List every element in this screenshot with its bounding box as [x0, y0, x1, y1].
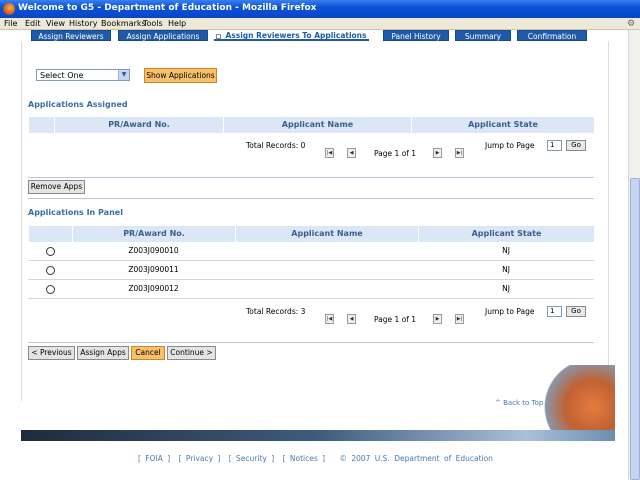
assigned-col-name: Applicant Name: [223, 117, 411, 133]
award-number: Z003J090011: [128, 265, 179, 274]
award-number: Z003J090010: [128, 246, 179, 255]
panel-table-header: PR/Award No. Applicant Name Applicant St…: [28, 226, 594, 242]
last-page-icon[interactable]: ▶|: [455, 148, 464, 158]
menu-file[interactable]: File: [4, 19, 17, 28]
window-title: Welcome to G5 - Department of Education …: [18, 3, 317, 13]
tab-panel-history[interactable]: Panel History: [383, 30, 449, 41]
continue-button[interactable]: Continue >: [167, 346, 216, 360]
first-page-icon[interactable]: |◀: [325, 148, 334, 158]
award-number: Z003J090012: [128, 284, 179, 293]
menu-tools[interactable]: Tools: [143, 19, 163, 28]
applicant-state: NJ: [502, 284, 510, 293]
tab-assign-reviewers-to-applications[interactable]: Assign Reviewers To Applications: [214, 30, 369, 41]
footer-links: [ FOIA ] [ Privacy ] [ Security ] [ Noti…: [138, 454, 497, 463]
page-viewport: Assign Reviewers Assign Applications Ass…: [0, 30, 628, 480]
back-to-top-link[interactable]: ^ Back to Top: [495, 399, 543, 407]
footer-banner: [21, 430, 615, 441]
divider: [28, 342, 594, 343]
menu-bar: File Edit View History Bookmarks Tools H…: [0, 18, 640, 30]
panel-col-award: PR/Award No.: [72, 226, 235, 242]
table-row[interactable]: Z003J090010 NJ: [28, 242, 594, 261]
assigned-total-records: Total Records: 0: [246, 141, 306, 150]
assign-apps-button[interactable]: Assign Apps: [77, 346, 129, 360]
gear-icon[interactable]: ⚙: [627, 19, 637, 29]
tab-confirmation[interactable]: Confirmation: [517, 30, 587, 41]
next-page-icon[interactable]: ▶: [433, 314, 442, 324]
tab-assign-applications[interactable]: Assign Applications: [118, 30, 208, 41]
tab-assign-reviewers[interactable]: Assign Reviewers: [31, 30, 111, 41]
panel-col-state: Applicant State: [418, 226, 594, 242]
wizard-tabs: Assign Reviewers Assign Applications Ass…: [21, 30, 609, 41]
applicant-state: NJ: [502, 265, 510, 274]
assigned-page-label: Page 1 of 1: [374, 149, 417, 158]
table-row[interactable]: Z003J090012 NJ: [28, 280, 594, 299]
row-radio[interactable]: [46, 247, 55, 256]
last-page-icon[interactable]: ▶|: [455, 314, 464, 324]
menu-bookmarks[interactable]: Bookmarks: [101, 19, 146, 28]
menu-help[interactable]: Help: [168, 19, 186, 28]
assigned-table-header: PR/Award No. Applicant Name Applicant St…: [28, 117, 594, 133]
prev-page-icon[interactable]: ◀: [347, 314, 356, 324]
panel-col-select: [28, 226, 72, 242]
row-radio[interactable]: [46, 266, 55, 275]
firefox-icon: [3, 3, 15, 15]
scrollbar-thumb[interactable]: [630, 178, 640, 480]
panel-page-label: Page 1 of 1: [374, 315, 417, 324]
applications-assigned-title: Applications Assigned: [28, 100, 128, 109]
divider: [28, 198, 594, 199]
menu-view[interactable]: View: [46, 19, 65, 28]
menu-edit[interactable]: Edit: [25, 19, 41, 28]
footer-link-security[interactable]: [ Security ]: [229, 454, 274, 463]
panel-select-value: Select One: [40, 71, 84, 80]
assigned-col-award: PR/Award No.: [54, 117, 223, 133]
tab-summary[interactable]: Summary: [455, 30, 511, 41]
assigned-col-select: [28, 117, 54, 133]
footer-link-foia[interactable]: [ FOIA ]: [138, 454, 170, 463]
panel-jump-label: Jump to Page: [485, 307, 535, 316]
applications-in-panel-title: Applications In Panel: [28, 208, 123, 217]
panel-total-records: Total Records: 3: [246, 307, 306, 316]
table-row[interactable]: Z003J090011 NJ: [28, 261, 594, 280]
assigned-page-input[interactable]: 1: [547, 140, 562, 151]
first-page-icon[interactable]: |◀: [325, 314, 334, 324]
assigned-pager: Total Records: 0 |◀ ◀ Page 1 of 1 ▶ ▶| J…: [28, 140, 594, 158]
menu-history[interactable]: History: [69, 19, 97, 28]
cancel-button[interactable]: Cancel: [131, 346, 165, 360]
assigned-jump-label: Jump to Page: [485, 141, 535, 150]
previous-button[interactable]: < Previous: [28, 346, 75, 360]
applicant-state: NJ: [502, 246, 510, 255]
panel-select[interactable]: Select One ▼: [36, 69, 130, 81]
prev-page-icon[interactable]: ◀: [347, 148, 356, 158]
show-applications-button[interactable]: Show Applications: [144, 68, 217, 83]
panel-pager: Total Records: 3 |◀ ◀ Page 1 of 1 ▶ ▶| J…: [28, 306, 594, 324]
vertical-scrollbar[interactable]: [628, 30, 640, 480]
window-title-bar: Welcome to G5 - Department of Education …: [0, 0, 640, 18]
chevron-down-icon[interactable]: ▼: [118, 70, 129, 80]
footer-copyright: © 2007 U.S. Department of Education: [339, 454, 493, 463]
panel-page-input[interactable]: 1: [547, 306, 562, 317]
footer-link-privacy[interactable]: [ Privacy ]: [179, 454, 221, 463]
row-radio[interactable]: [46, 285, 55, 294]
tab-marker-icon: [216, 33, 222, 39]
panel-go-button[interactable]: Go: [566, 306, 586, 317]
panel-col-name: Applicant Name: [235, 226, 418, 242]
next-page-icon[interactable]: ▶: [433, 148, 442, 158]
decorative-corner-image: [540, 365, 615, 435]
divider: [28, 177, 594, 178]
tab-active-label: Assign Reviewers To Applications: [225, 31, 367, 40]
remove-apps-button[interactable]: Remove Apps: [28, 180, 85, 194]
assigned-col-state: Applicant State: [411, 117, 594, 133]
assigned-go-button[interactable]: Go: [566, 140, 586, 151]
footer-link-notices[interactable]: [ Notices ]: [283, 454, 326, 463]
